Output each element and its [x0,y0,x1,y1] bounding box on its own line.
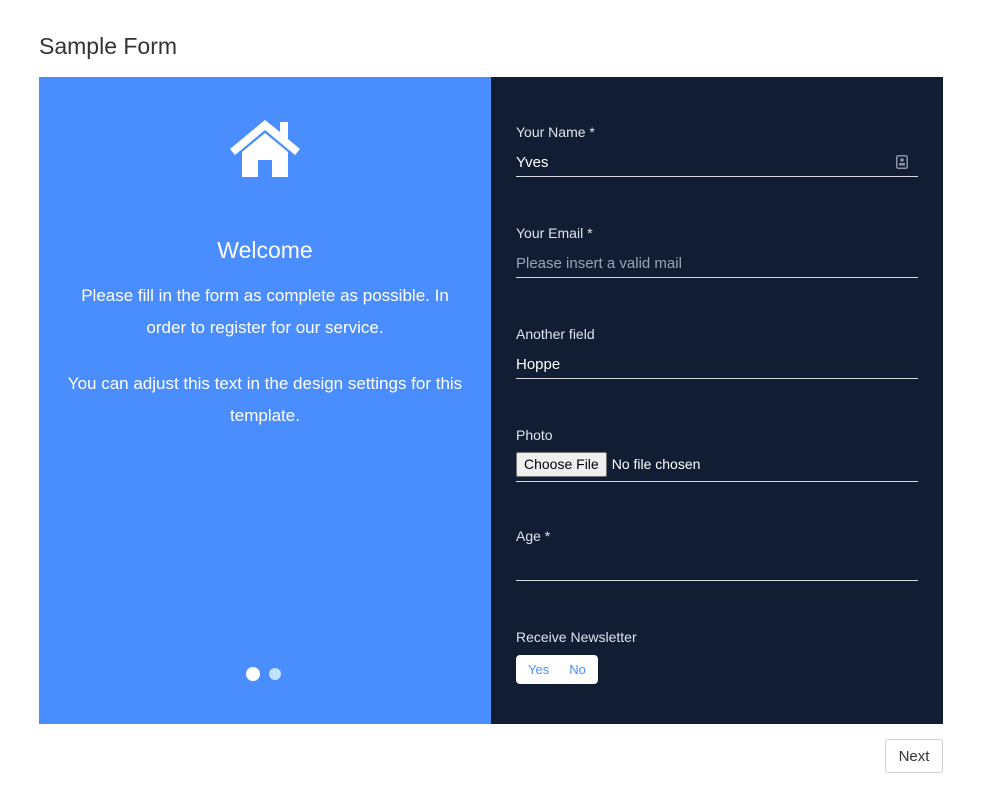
photo-field-group: Photo Choose File No file chosen [516,427,918,482]
email-field-group: Your Email * [516,225,918,278]
newsletter-toggle: Yes No [516,655,598,684]
pager-dot[interactable] [269,668,281,680]
age-field-group: Age * [516,528,918,581]
age-input-wrapper [516,552,918,581]
newsletter-label: Receive Newsletter [516,629,637,645]
contact-card-icon[interactable] [896,155,908,169]
another-input-wrapper [516,350,918,379]
pager-dot-active[interactable] [246,667,260,681]
intro-text: Please fill in the form as complete as p… [61,280,469,456]
form-card: Welcome Please fill in the form as compl… [39,77,943,724]
email-label: Your Email * [516,225,593,241]
another-field-group: Another field [516,326,918,379]
newsletter-field-group: Receive Newsletter Yes No [516,629,918,684]
age-input[interactable] [516,553,918,579]
photo-file-input: Choose File No file chosen [516,451,918,482]
home-icon [230,120,300,177]
another-field-input[interactable] [516,351,918,377]
page-title: Sample Form [39,33,178,59]
email-input-wrapper [516,249,918,278]
choose-file-button[interactable]: Choose File [516,451,607,477]
email-input[interactable] [516,250,918,276]
name-field-group: Your Name * [516,124,918,177]
newsletter-no-option[interactable]: No [559,655,596,684]
file-status: No file chosen [611,456,701,472]
name-label: Your Name * [516,124,595,140]
next-button[interactable]: Next [885,739,943,773]
another-field-label: Another field [516,326,595,342]
photo-label: Photo [516,427,553,443]
name-input[interactable] [516,149,918,175]
intro-panel: Welcome Please fill in the form as compl… [39,77,491,724]
intro-paragraph: You can adjust this text in the design s… [67,374,463,425]
pager-dots [246,667,281,681]
form-panel: Your Name * Your Email * Another field [491,77,943,724]
intro-paragraph: Please fill in the form as complete as p… [81,286,449,337]
newsletter-yes-option[interactable]: Yes [518,655,559,684]
welcome-heading: Welcome [217,237,313,263]
name-input-wrapper [516,148,918,177]
age-label: Age * [516,528,551,544]
